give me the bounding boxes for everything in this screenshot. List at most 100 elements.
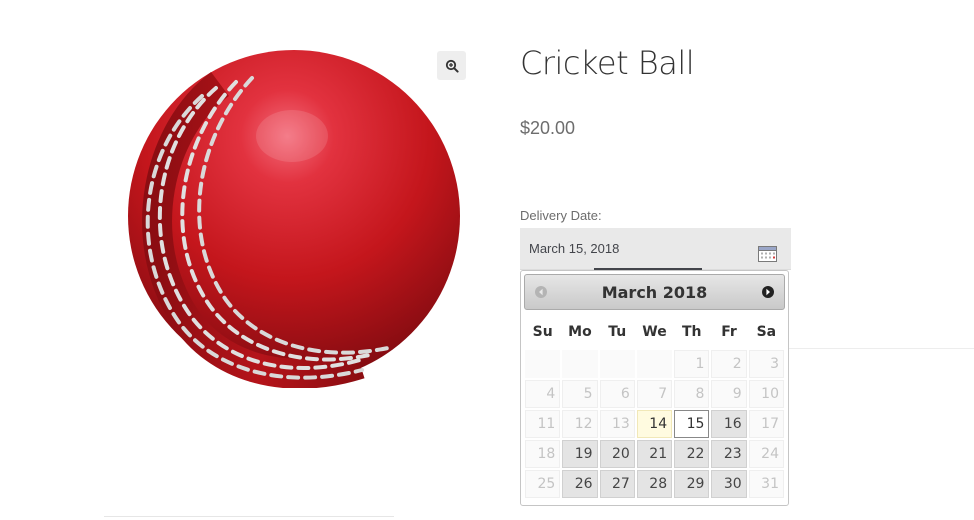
calendar-day: 11 <box>525 410 561 438</box>
calendar-cell: 3 <box>748 349 785 379</box>
calendar-cell: 20 <box>599 439 636 469</box>
calendar-cell: 24 <box>748 439 785 469</box>
calendar-cell <box>524 349 561 379</box>
calendar-cell: 17 <box>748 409 785 439</box>
calendar-cell: 30 <box>710 469 747 499</box>
calendar-cell: 6 <box>599 379 636 409</box>
product-image-gallery <box>104 40 496 518</box>
calendar-day: 10 <box>748 380 784 408</box>
weekday-label: Tu <box>608 323 627 340</box>
calendar-cell: 5 <box>561 379 598 409</box>
calendar-day-empty <box>525 350 561 378</box>
calendar-day[interactable]: 16 <box>711 410 747 438</box>
next-arrow-icon[interactable] <box>760 284 776 300</box>
datepicker-calendar-grid: Su Mo Tu We Th Fr Sa 1 2 3 4 5 6 7 8 9 10 11 12 13 14… <box>524 314 785 499</box>
gallery-divider <box>104 516 394 517</box>
calendar-cell: 12 <box>561 409 598 439</box>
calendar-day[interactable]: 29 <box>674 470 710 498</box>
calendar-day[interactable]: 28 <box>636 470 673 498</box>
calendar-day: 3 <box>748 350 784 378</box>
calendar-cell: 27 <box>599 469 636 499</box>
calendar-week-row: 25 26 27 28 29 30 31 <box>524 469 785 499</box>
calendar-cell <box>636 349 673 379</box>
cricket-ball-image <box>128 50 460 388</box>
weekday-label: We <box>642 323 667 340</box>
calendar-cell: 11 <box>524 409 561 439</box>
calendar-day: 12 <box>562 410 598 438</box>
zoom-button[interactable] <box>437 51 466 80</box>
calendar-cell <box>561 349 598 379</box>
calendar-week-row: 11 12 13 14 15 16 17 <box>524 409 785 439</box>
datepicker-popup: March 2018 Su Mo Tu We Th Fr Sa 12345678… <box>520 270 789 506</box>
calendar-day: 13 <box>599 410 635 438</box>
calendar-cell: 31 <box>748 469 785 499</box>
calendar-day[interactable]: 20 <box>599 440 635 468</box>
calendar-cell: 10 <box>748 379 785 409</box>
delivery-date-label: Delivery Date: <box>520 208 602 223</box>
calendar-day-empty <box>562 350 598 378</box>
calendar-day: 8 <box>674 380 710 408</box>
calendar-day[interactable]: 27 <box>599 470 635 498</box>
zoom-in-icon <box>445 59 459 73</box>
calendar-day[interactable]: 21 <box>636 440 673 468</box>
datepicker-header: March 2018 <box>524 274 785 310</box>
calendar-cell: 21 <box>636 439 673 469</box>
calendar-day[interactable]: 22 <box>674 440 710 468</box>
calendar-cell: 22 <box>673 439 710 469</box>
calendar-cell: 25 <box>524 469 561 499</box>
calendar-cell: 1 <box>673 349 710 379</box>
calendar-day[interactable]: 23 <box>711 440 747 468</box>
calendar-day: 31 <box>748 470 784 498</box>
calendar-day: 6 <box>599 380 635 408</box>
calendar-day: 1 <box>674 350 710 378</box>
calendar-icon[interactable] <box>758 245 777 262</box>
weekday-label: Th <box>682 323 702 340</box>
product-price: $20.00 <box>520 118 576 138</box>
calendar-day-empty <box>636 350 673 378</box>
weekday-label: Sa <box>756 323 777 340</box>
calendar-cell: 19 <box>561 439 598 469</box>
calendar-cell: 14 <box>636 409 673 439</box>
calendar-day: 24 <box>748 440 784 468</box>
calendar-cell: 26 <box>561 469 598 499</box>
weekday-label: Mo <box>568 323 592 340</box>
datepicker-month-title: March 2018 <box>601 283 708 302</box>
calendar-week-row: 4 5 6 7 8 9 10 <box>524 379 785 409</box>
calendar-cell <box>599 349 636 379</box>
calendar-day[interactable]: 26 <box>562 470 598 498</box>
calendar-cell: 13 <box>599 409 636 439</box>
product-title: Cricket Ball <box>520 44 695 82</box>
calendar-week-row: 18 19 20 21 22 23 24 <box>524 439 785 469</box>
calendar-cell: 15 <box>673 409 710 439</box>
calendar-day: 9 <box>711 380 747 408</box>
calendar-cell: 4 <box>524 379 561 409</box>
calendar-day-today[interactable]: 14 <box>636 410 673 438</box>
delivery-date-input[interactable] <box>520 228 791 270</box>
datepicker-days: 1 2 3 4 5 6 7 8 9 10 11 12 13 14 15 16 17 18 19 20 21 22 23 24 2… <box>524 349 785 499</box>
calendar-cell: 23 <box>710 439 747 469</box>
weekday-label: Su <box>532 323 553 340</box>
calendar-day: 4 <box>525 380 561 408</box>
weekday-header-row: Su Mo Tu We Th Fr Sa <box>524 314 785 349</box>
weekday-label: Fr <box>721 323 737 340</box>
calendar-day: 7 <box>636 380 673 408</box>
calendar-cell: 7 <box>636 379 673 409</box>
calendar-day[interactable]: 19 <box>562 440 598 468</box>
calendar-day: 18 <box>525 440 561 468</box>
calendar-week-row: 123 <box>524 349 785 379</box>
calendar-cell: 8 <box>673 379 710 409</box>
calendar-day: 17 <box>748 410 784 438</box>
calendar-cell: 28 <box>636 469 673 499</box>
calendar-day: 25 <box>525 470 561 498</box>
section-divider <box>788 348 974 349</box>
calendar-cell: 18 <box>524 439 561 469</box>
calendar-cell: 16 <box>710 409 747 439</box>
calendar-cell: 29 <box>673 469 710 499</box>
calendar-cell: 9 <box>710 379 747 409</box>
calendar-day-empty <box>599 350 635 378</box>
calendar-day[interactable]: 30 <box>711 470 747 498</box>
calendar-day: 2 <box>711 350 747 378</box>
calendar-cell: 2 <box>710 349 747 379</box>
calendar-day-selected[interactable]: 15 <box>674 410 710 438</box>
calendar-day: 5 <box>562 380 598 408</box>
